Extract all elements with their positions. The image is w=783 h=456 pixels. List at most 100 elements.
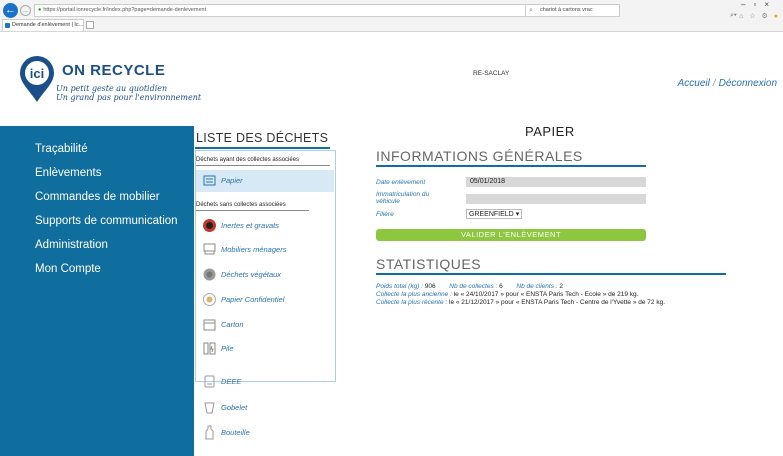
clients-value: 2 <box>559 283 564 290</box>
plant-waste-icon <box>203 268 216 281</box>
waste-item-label: Mobiliers ménagers <box>221 245 287 254</box>
rubble-icon <box>203 219 216 232</box>
favorites-star-icon[interactable]: ☆ <box>749 13 757 20</box>
oldest-value: le « 24/10/2017 » pour « ENSTA Paris Tec… <box>453 291 639 298</box>
waste-item-pile[interactable]: Pile <box>196 338 334 360</box>
browser-search-text: chariot à cartons vrac <box>540 7 593 13</box>
site-name: RE-SACLAY <box>473 70 510 77</box>
logout-link[interactable]: Déconnexion <box>719 78 777 89</box>
home-link[interactable]: Accueil <box>678 78 710 89</box>
waste-item-label: DEEE <box>221 377 242 386</box>
furniture-icon <box>203 243 216 255</box>
latest-label: Collecte la plus récente : <box>376 299 448 306</box>
sidebar-item-mon-compte[interactable]: Mon Compte <box>0 257 194 281</box>
group-without-collects-label: Déchets sans collectes associées <box>196 202 286 208</box>
waste-list-divider <box>195 147 330 149</box>
oldest-label: Collecte la plus ancienne : <box>376 291 452 298</box>
waste-item-mobiliers-menagers[interactable]: Mobiliers ménagers <box>196 239 334 261</box>
page-title: PAPIER <box>525 124 575 139</box>
waste-list: LISTE DES DÉCHETS Déchets ayant des coll… <box>195 126 336 456</box>
waste-item-bouteille[interactable]: Bouteille <box>196 422 334 444</box>
statistics-title: STATISTIQUES <box>376 256 482 272</box>
forward-button[interactable]: → <box>20 5 31 16</box>
waste-item-label: Pile <box>221 344 234 353</box>
slogan-line-1: Un petit geste au quotidien <box>56 84 168 93</box>
collects-label: Nb de collectes : <box>449 283 498 290</box>
sidebar: Traçabilité Enlèvements Commandes de mob… <box>0 126 194 456</box>
page: ← → ● https://portail.ionrecycle.fr/index… <box>0 0 783 456</box>
plate-label-line-1: Immatriculation du <box>376 191 430 198</box>
group-without-divider <box>196 210 309 211</box>
date-label: Date enlèvement <box>376 179 426 186</box>
address-url: https://portail.ionrecycle.fr/index.php?… <box>43 7 207 13</box>
clients-label: Nb de clients : <box>516 283 558 290</box>
home-icon[interactable]: ⌂ <box>739 13 745 20</box>
date-field[interactable]: 05/01/2018 <box>466 177 646 187</box>
bottle-icon <box>205 425 214 440</box>
tab-title: Demande d'enlèvement | Ic... <box>12 22 84 28</box>
group-with-divider <box>196 165 330 166</box>
weight-value: 906 <box>424 283 436 290</box>
waste-item-papier[interactable]: Papier <box>196 170 334 192</box>
general-info-title: INFORMATIONS GÉNÉRALES <box>376 148 583 164</box>
sidebar-item-enlevements[interactable]: Enlèvements <box>0 161 194 185</box>
waste-list-title: LISTE DES DÉCHETS <box>196 131 329 145</box>
sector-select[interactable]: GREENFIELD ▾ <box>466 209 523 219</box>
sidebar-item-tracabilite[interactable]: Traçabilité <box>0 137 194 161</box>
toolbar-icons[interactable]: ⌂ ☆ ⚙ ● <box>739 12 780 20</box>
back-button[interactable]: ← <box>3 3 18 18</box>
browser-chrome: ← → ● https://portail.ionrecycle.fr/index… <box>0 0 783 32</box>
cardboard-icon <box>203 319 216 331</box>
paper-icon <box>203 175 216 186</box>
sidebar-item-commandes-mobilier[interactable]: Commandes de mobilier <box>0 185 194 209</box>
logo-text: ici <box>30 66 44 81</box>
ionrecycle-logo-icon[interactable]: ici <box>18 55 56 103</box>
weight-label: Poids total (kg) : <box>376 283 423 290</box>
settings-gear-icon[interactable]: ⚙ <box>762 13 770 20</box>
sidebar-item-administration[interactable]: Administration <box>0 233 194 257</box>
lock-icon: ● <box>38 7 42 13</box>
tab-favicon-icon <box>5 23 10 28</box>
waste-item-dechets-vegetaux[interactable]: Déchets végétaux <box>196 264 334 286</box>
sector-label: Filière <box>376 211 394 218</box>
plate-field[interactable] <box>466 194 646 204</box>
waste-item-label: Déchets végétaux <box>221 270 282 279</box>
slogan-line-2: Un grand pas pour l'environnement <box>56 93 202 102</box>
waste-item-papier-confidentiel[interactable]: Papier Confidentiel <box>196 289 334 311</box>
top-links: Accueil / Déconnexion <box>678 78 777 89</box>
smiley-icon[interactable]: ● <box>774 13 780 20</box>
battery-icon <box>203 342 216 355</box>
latest-value: le « 21/12/2017 » pour « ENSTA Paris Tec… <box>449 299 665 306</box>
waste-item-label: Papier Confidentiel <box>221 295 285 304</box>
plate-label-line-2: véhicule <box>376 198 400 205</box>
stats-oldest: Collecte la plus ancienne : le « 24/10/2… <box>376 291 638 299</box>
browser-search-box[interactable]: ⌕ chariot à cartons vrac <box>525 4 620 17</box>
chevron-down-icon: ▾ <box>515 211 520 218</box>
cup-icon <box>204 402 215 414</box>
waste-item-label: Inertes et gravats <box>221 221 279 230</box>
toolbar-search-icon[interactable]: ⌕▾ <box>730 12 737 20</box>
group-with-collects-label: Déchets ayant des collectes associées <box>196 157 300 163</box>
validate-removal-button[interactable]: VALIDER L'ENLÈVEMENT <box>376 229 646 241</box>
link-separator: / <box>712 78 716 89</box>
waste-item-gobelet[interactable]: Gobelet <box>196 397 334 419</box>
waste-item-label: Bouteille <box>221 428 250 437</box>
collects-value: 6 <box>499 283 503 290</box>
waste-item-inertes-gravats[interactable]: Inertes et gravats <box>196 215 334 237</box>
waste-item-deee[interactable]: DEEE <box>196 371 334 393</box>
general-info-divider <box>376 165 646 167</box>
waste-item-carton[interactable]: Carton <box>196 314 334 336</box>
brand-name: ON RECYCLE <box>62 62 166 79</box>
slogan: Un petit geste au quotidien Un grand pas… <box>56 84 201 102</box>
window-controls[interactable]: –▫× <box>741 0 777 9</box>
sector-select-value: GREENFIELD <box>469 211 514 218</box>
search-icon: ⌕ <box>529 7 533 14</box>
confidential-paper-icon <box>203 293 216 306</box>
waste-item-label: Papier <box>221 176 243 185</box>
new-tab-button[interactable] <box>86 21 94 29</box>
waste-item-label: Carton <box>221 320 244 329</box>
sidebar-item-supports-communication[interactable]: Supports de communication <box>0 209 194 233</box>
statistics-divider <box>376 273 726 275</box>
electronics-icon <box>204 375 215 388</box>
browser-tab[interactable]: Demande d'enlèvement | Ic... × <box>2 19 84 31</box>
